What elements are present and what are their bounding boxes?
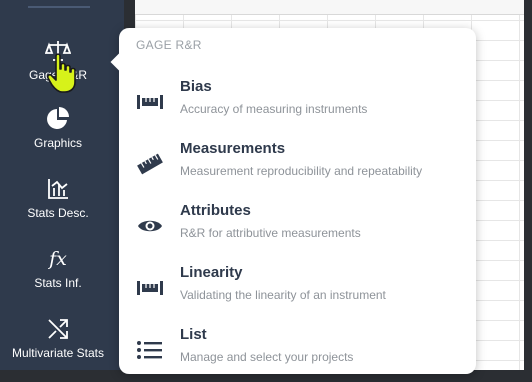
- fx-icon: fx: [49, 248, 67, 270]
- menu-item-description: Manage and select your projects: [180, 350, 354, 364]
- popup-title: GAGE R&R: [136, 38, 202, 52]
- menu-item-description: R&R for attributive measurements: [180, 226, 361, 240]
- menu-item-title: Linearity: [180, 264, 243, 281]
- menu-item-measurements[interactable]: Measurements Measurement reproducibility…: [119, 140, 476, 196]
- sidebar-item-stats-desc[interactable]: Stats Desc.: [0, 176, 116, 220]
- menu-item-description: Validating the linearity of an instrumen…: [180, 288, 386, 302]
- menu-item-description: Accuracy of measuring instruments: [180, 102, 368, 116]
- bias-icon: [137, 95, 163, 109]
- eye-icon: [138, 220, 162, 232]
- linearity-icon: [137, 281, 163, 295]
- menu-item-attributes[interactable]: Attributes R&R for attributive measureme…: [119, 202, 476, 258]
- sidebar-item-stats-inf[interactable]: fx Stats Inf.: [0, 246, 116, 290]
- sidebar-item-multivariate-stats[interactable]: Multivariate Stats: [0, 316, 116, 360]
- sidebar-item-label: Multivariate Stats: [11, 346, 105, 360]
- gage-rr-popup-menu: GAGE R&R Bias Accuracy of measuring inst…: [110, 28, 476, 374]
- menu-item-title: Attributes: [180, 202, 251, 219]
- sidebar-item-label: Stats Inf.: [34, 276, 82, 290]
- sidebar-item-graphics[interactable]: Graphics: [0, 106, 116, 150]
- menu-item-linearity[interactable]: Linearity Validating the linearity of an…: [119, 264, 476, 320]
- bar-chart-icon: [0, 176, 116, 202]
- ruler-icon: [137, 153, 163, 175]
- window-edge: [524, 0, 532, 370]
- sidebar-item-label: Stats Desc.: [27, 206, 89, 220]
- spreadsheet-header: [135, 0, 532, 15]
- menu-item-title: Measurements: [180, 140, 286, 157]
- menu-item-list[interactable]: List Manage and select your projects: [119, 326, 476, 382]
- menu-item-bias[interactable]: Bias Accuracy of measuring instruments: [119, 78, 476, 134]
- hand-cursor-icon: [46, 53, 76, 93]
- menu-item-title: Bias: [180, 78, 212, 95]
- pie-chart-icon: [0, 106, 116, 132]
- list-icon: [137, 341, 162, 359]
- menu-item-title: List: [180, 326, 207, 343]
- menu-item-description: Measurement reproducibility and repeatab…: [180, 164, 423, 178]
- sidebar-item-label: Graphics: [33, 136, 83, 150]
- shuffle-icon: [0, 316, 116, 342]
- sidebar-divider: [28, 6, 90, 8]
